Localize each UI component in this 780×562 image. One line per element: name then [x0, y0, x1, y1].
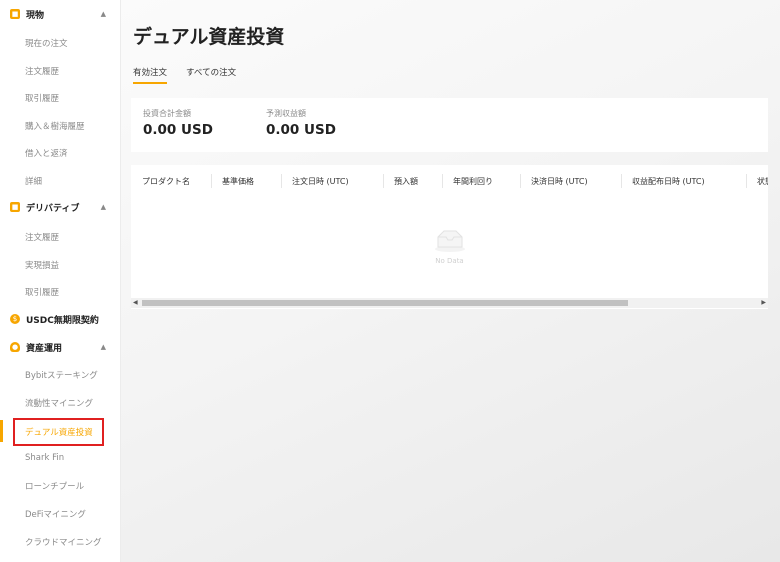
scroll-right-icon[interactable]: ▶	[761, 299, 766, 306]
sidebar-item-borrow-repay[interactable]: 借入と返済	[25, 147, 68, 159]
sidebar-item-cloud-mining[interactable]: クラウドマイニング	[25, 536, 102, 548]
sidebar-section-usdc-perpetual[interactable]: $ USDC無期限契約	[0, 306, 120, 332]
tab-all-orders[interactable]: すべての注文	[186, 66, 236, 78]
sidebar-item-deriv-order-history[interactable]: 注文履歴	[25, 231, 59, 243]
sidebar-item-trade-history[interactable]: 取引履歴	[25, 92, 59, 104]
column-header-order-time: 注文日時 (UTC)	[292, 177, 349, 186]
sidebar-item-shark-fin[interactable]: Shark Fin	[25, 453, 64, 463]
column-divider	[211, 174, 212, 188]
column-divider	[520, 174, 521, 188]
earn-icon: ●	[10, 342, 20, 352]
active-indicator	[0, 420, 3, 442]
sidebar-section-earn[interactable]: ● 資産運用 ▲	[0, 334, 120, 360]
sidebar-item-launchpool[interactable]: ローンチプール	[25, 480, 84, 492]
expected-earnings-label: 予測収益額	[266, 109, 306, 118]
sidebar-item-details[interactable]: 詳細	[25, 175, 42, 187]
total-investment-value: 0.00 USD	[143, 122, 213, 138]
sidebar-item-current-orders[interactable]: 現在の注文	[25, 37, 68, 49]
sidebar-section-label: デリバティブ	[26, 203, 80, 214]
highlight-box	[13, 418, 104, 446]
chevron-up-icon[interactable]: ▲	[101, 10, 106, 18]
column-header-apy: 年間利回り	[453, 177, 493, 186]
empty-box-icon	[434, 227, 466, 257]
sidebar-item-bybit-staking[interactable]: Bybitステーキング	[25, 369, 98, 381]
main-content: デュアル資産投資 有効注文 すべての注文 投資合計金額 0.00 USD 予測収…	[121, 0, 780, 562]
column-header-settlement-time: 決済日時 (UTC)	[531, 177, 588, 186]
column-header-product: プロダクト名	[142, 177, 190, 186]
summary-card: 投資合計金額 0.00 USD 予測収益額 0.00 USD	[131, 98, 768, 152]
page-title: デュアル資産投資	[133, 26, 285, 48]
sidebar-section-label: USDC無期限契約	[26, 315, 99, 326]
sidebar-section-spot[interactable]: ■ 現物 ▲	[0, 1, 120, 27]
column-divider	[383, 174, 384, 188]
chevron-up-icon[interactable]: ▲	[101, 203, 106, 211]
sidebar-section-label: 資産運用	[26, 343, 63, 354]
empty-state-text: No Data	[435, 257, 464, 265]
column-divider	[621, 174, 622, 188]
sidebar-section-label: 現物	[26, 10, 45, 21]
tab-underline	[133, 82, 167, 84]
column-divider	[281, 174, 282, 188]
total-investment-label: 投資合計金額	[143, 109, 191, 118]
usdc-icon: $	[10, 314, 20, 324]
column-divider	[746, 174, 747, 188]
column-header-deposit: 預入額	[394, 177, 418, 186]
sidebar-item-deriv-trade-history[interactable]: 取引履歴	[25, 286, 59, 298]
sidebar-section-derivatives[interactable]: ■ デリバティブ ▲	[0, 194, 120, 220]
spot-icon: ■	[10, 9, 20, 19]
column-header-base-price: 基準価格	[222, 177, 254, 186]
tab-active-orders[interactable]: 有効注文	[133, 66, 167, 78]
scrollbar-thumb[interactable]	[142, 300, 628, 306]
derivatives-icon: ■	[10, 202, 20, 212]
chevron-up-icon[interactable]: ▲	[101, 343, 106, 351]
sidebar: ■ 現物 ▲ 現在の注文 注文履歴 取引履歴 購入＆樹海履歴 借入と返済 詳細 …	[0, 0, 121, 562]
sidebar-item-defi-mining[interactable]: DeFiマイニング	[25, 508, 86, 520]
sidebar-item-order-history[interactable]: 注文履歴	[25, 65, 59, 77]
sidebar-item-realized-pnl[interactable]: 実現損益	[25, 259, 59, 271]
scroll-left-icon[interactable]: ◀	[133, 299, 138, 306]
horizontal-scrollbar[interactable]: ◀ ▶	[131, 298, 768, 308]
sidebar-item-purchase-history[interactable]: 購入＆樹海履歴	[25, 120, 85, 132]
column-header-status: 状態	[757, 177, 768, 186]
orders-table: プロダクト名 基準価格 注文日時 (UTC) 預入額 年間利回り 決済日時 (U…	[131, 165, 768, 309]
column-header-payout-time: 収益配布日時 (UTC)	[632, 177, 705, 186]
expected-earnings-value: 0.00 USD	[266, 122, 336, 138]
sidebar-item-liquidity-mining[interactable]: 流動性マイニング	[25, 397, 93, 409]
column-divider	[442, 174, 443, 188]
